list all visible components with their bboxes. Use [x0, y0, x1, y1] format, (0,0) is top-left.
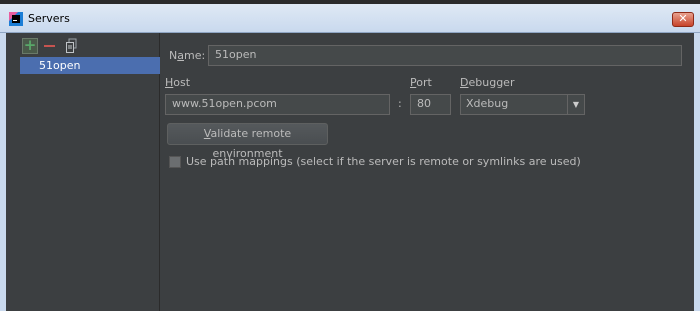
close-icon: ✕ — [678, 12, 688, 25]
window-title: Servers — [28, 12, 70, 25]
add-server-button[interactable]: + — [22, 36, 38, 54]
debugger-select-value: Xdebug — [466, 97, 509, 110]
phpstorm-app-icon — [9, 12, 23, 26]
minus-icon — [44, 45, 55, 47]
server-list-item[interactable]: 51open — [20, 57, 160, 74]
title-bar: Servers ✕ — [0, 4, 700, 33]
remove-server-button[interactable] — [42, 38, 58, 54]
host-port-separator: : — [398, 97, 402, 110]
host-label: Host — [165, 76, 191, 89]
path-mappings-label: Use path mappings (select if the server … — [186, 155, 581, 168]
chevron-down-icon[interactable]: ▼ — [567, 95, 584, 114]
name-field[interactable]: 51open — [208, 45, 682, 66]
debugger-select[interactable]: Xdebug ▼ — [460, 94, 585, 115]
port-field[interactable]: 80 — [410, 94, 451, 115]
path-mappings-checkbox[interactable] — [169, 156, 181, 168]
port-label: Port — [410, 76, 432, 89]
name-label: Name: — [169, 49, 206, 62]
host-field[interactable]: www.51open.pcom — [165, 94, 390, 115]
close-button[interactable]: ✕ — [672, 12, 694, 27]
plus-icon: + — [23, 36, 37, 54]
server-list-panel — [6, 33, 160, 311]
copy-icon — [66, 38, 77, 53]
validate-remote-environment-button[interactable]: Validate remote environment — [167, 123, 328, 160]
debugger-label: Debugger — [460, 76, 515, 89]
window-frame-right — [694, 33, 700, 311]
copy-server-button[interactable] — [64, 38, 80, 54]
